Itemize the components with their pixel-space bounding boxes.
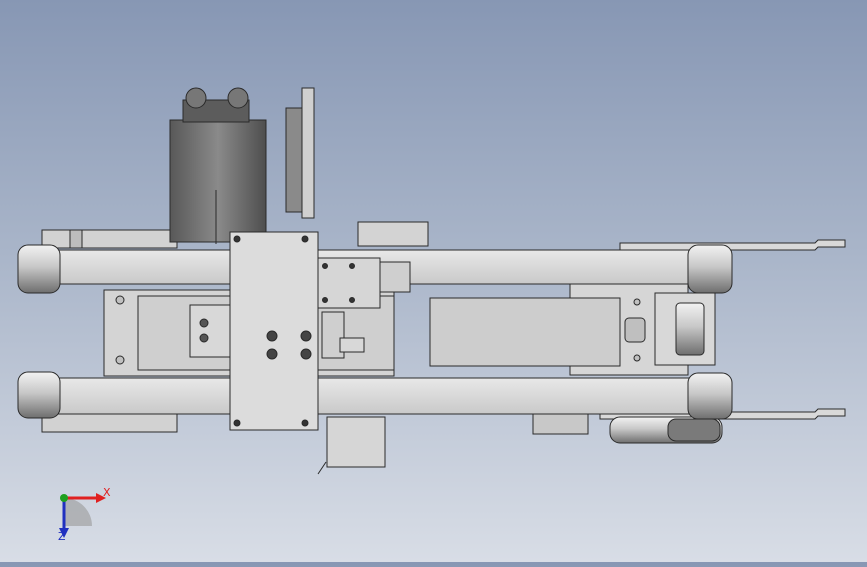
z-axis-label: Z	[58, 530, 66, 543]
lower-left-block	[41, 413, 178, 433]
right-rail-top	[619, 239, 846, 251]
right-clamp-roller	[675, 302, 705, 356]
motor-body	[169, 119, 267, 243]
x-axis-label: X	[103, 486, 111, 499]
right-clamp-slot	[624, 317, 646, 343]
roller-top-right	[687, 244, 733, 294]
motor-knob-right	[227, 87, 249, 109]
bottom-arm	[31, 377, 721, 415]
upper-left-block	[41, 229, 178, 249]
sensor-box	[326, 416, 386, 468]
assembly-drawing	[17, 87, 846, 475]
cylinder-rod	[379, 261, 411, 293]
upper-left-tab	[69, 229, 83, 249]
roller-top-left	[17, 244, 61, 294]
cad-viewport[interactable]	[0, 0, 867, 562]
fitting-elbow	[339, 337, 365, 353]
axis-triad: X Z	[40, 480, 120, 550]
roller-bottom-left	[17, 371, 61, 419]
motor-plate	[301, 87, 315, 219]
pulley-bottom-dark	[667, 418, 721, 442]
right-frame-window	[429, 297, 621, 367]
roller-bottom-right	[687, 372, 733, 420]
motor-knob-left	[185, 87, 207, 109]
top-bracket	[357, 221, 429, 247]
